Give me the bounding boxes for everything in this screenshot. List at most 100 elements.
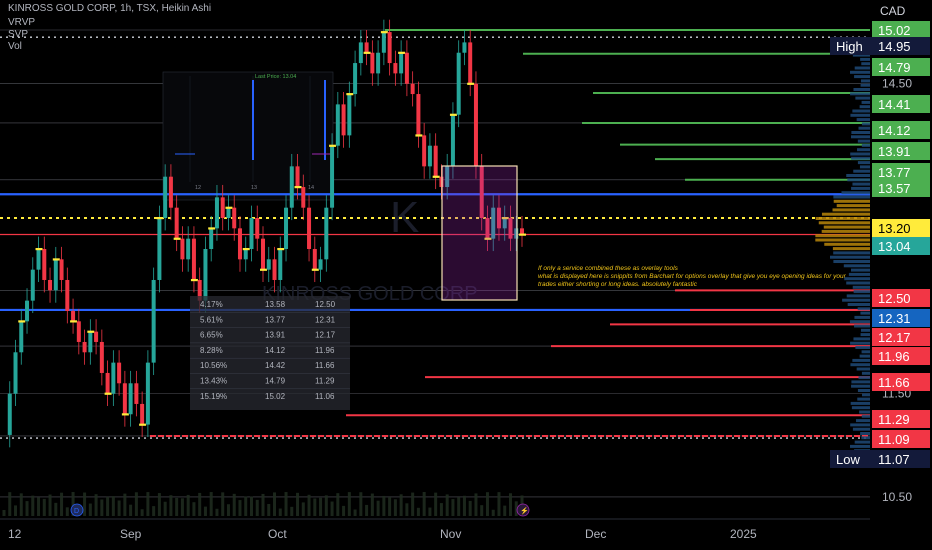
note-line-1: If only a service combined these as over… — [538, 265, 679, 272]
profile-bar — [850, 113, 870, 117]
candle-body-46 — [266, 259, 271, 270]
chart-stage[interactable]: K KINROSS GOLD CORP Last Price: 13.04 12… — [0, 0, 932, 550]
candle-body-52 — [301, 187, 306, 208]
price-label-3[interactable]: 14.41 — [878, 97, 911, 112]
volume-bar — [434, 492, 438, 516]
price-label-1[interactable]: 14.95 — [878, 39, 911, 54]
x-tick-1: Sep — [120, 527, 142, 541]
price-prefix-1: High — [836, 39, 863, 54]
profile-bar — [851, 384, 870, 388]
candle-marker-45 — [260, 268, 267, 271]
price-label-12[interactable]: 12.17 — [878, 330, 911, 345]
profile-bar — [841, 191, 870, 195]
profile-bar — [860, 83, 870, 87]
candle-marker-18 — [104, 392, 112, 395]
note-line-3: trades either shorting or long ideas. ab… — [538, 281, 698, 288]
volume-bar — [163, 501, 167, 516]
volume-bar — [19, 493, 23, 516]
price-label-9[interactable]: 13.04 — [878, 239, 911, 254]
price-label-4[interactable]: 14.12 — [878, 123, 911, 138]
price-label-17[interactable]: 11.07 — [878, 452, 910, 467]
volume-bar — [428, 507, 432, 516]
candle-body-82 — [473, 83, 478, 167]
candle-body-39 — [226, 207, 231, 219]
candle-body-59 — [341, 104, 346, 136]
volume-bar — [347, 492, 351, 516]
price-label-8[interactable]: 13.20 — [878, 221, 911, 236]
profile-bar — [856, 118, 870, 122]
profile-bar — [857, 397, 870, 401]
candle-marker-78 — [449, 113, 457, 116]
price-label-0[interactable]: 15.02 — [878, 23, 911, 38]
table-cell: 12.50 — [315, 300, 336, 309]
volume-bar — [88, 503, 92, 516]
candle-body-26 — [151, 279, 156, 363]
volume-bar — [60, 492, 64, 516]
volume-bar — [180, 498, 184, 516]
volume-bar — [497, 492, 501, 516]
symbol-title[interactable]: KINROSS GOLD CORP, 1h, TSX, Heikin Ashi — [8, 3, 211, 14]
candle-marker-72 — [415, 134, 423, 137]
candle-body-19 — [111, 362, 116, 394]
indicator-svp[interactable]: SVP — [8, 29, 28, 40]
price-label-6[interactable]: 13.77 — [878, 165, 911, 180]
profile-bar — [850, 268, 870, 272]
volume-bar — [209, 492, 213, 516]
volume-bar — [411, 492, 415, 516]
volume-bar — [273, 492, 277, 516]
price-label-10[interactable]: 12.50 — [878, 291, 911, 306]
volume-bar — [508, 493, 512, 516]
profile-bar — [850, 363, 870, 367]
axis-tick-1: 14.50 — [882, 77, 912, 91]
profile-bar — [861, 350, 870, 354]
candle-body-11 — [65, 279, 70, 311]
profile-bar — [818, 221, 870, 225]
profile-bar — [860, 79, 870, 83]
profile-bar — [829, 255, 870, 259]
price-label-7[interactable]: 13.57 — [878, 181, 911, 196]
highlight-box[interactable] — [441, 165, 518, 301]
candle-body-78 — [450, 114, 455, 167]
price-label-2[interactable]: 14.79 — [878, 60, 911, 75]
candle-body-56 — [324, 207, 329, 260]
candle-body-33 — [191, 238, 196, 280]
price-label-5[interactable]: 13.91 — [878, 144, 911, 159]
candle-body-51 — [295, 166, 300, 188]
inset-frame — [162, 71, 334, 201]
currency-label[interactable]: CAD — [880, 4, 905, 18]
profile-bar — [843, 264, 870, 268]
price-label-11[interactable]: 12.31 — [878, 311, 911, 326]
volume-bar — [336, 493, 340, 516]
profile-bar — [853, 337, 870, 341]
candle-marker-24 — [139, 423, 147, 426]
volume-bar — [284, 492, 288, 516]
candle-body-58 — [335, 104, 340, 146]
profile-bar — [851, 406, 870, 410]
candle-body-35 — [203, 248, 208, 301]
profile-bar — [860, 333, 870, 337]
volume-bar — [129, 504, 133, 516]
candle-body-22 — [128, 383, 133, 415]
candle-body-47 — [272, 259, 277, 280]
candle-marker-81 — [467, 82, 475, 85]
volume-bar — [192, 502, 196, 516]
volume-bar — [169, 495, 173, 516]
price-label-13[interactable]: 11.96 — [878, 349, 910, 364]
indicator-vrvp[interactable]: VRVP — [8, 17, 35, 28]
earnings-marker-glyph: ⚡ — [520, 506, 529, 515]
table-cell: 14.42 — [265, 361, 286, 370]
price-label-16[interactable]: 11.09 — [878, 432, 910, 447]
candle-body-48 — [278, 248, 283, 280]
candle-body-14 — [82, 341, 87, 353]
profile-bar — [848, 272, 870, 276]
profile-bar — [861, 371, 870, 375]
candle-body-63 — [364, 42, 369, 53]
price-label-14[interactable]: 11.66 — [878, 375, 910, 390]
price-label-15[interactable]: 11.29 — [878, 412, 910, 427]
candle-body-73 — [422, 135, 427, 167]
candle-body-9 — [53, 259, 58, 291]
candle-body-75 — [433, 145, 438, 177]
profile-bar — [854, 75, 870, 79]
chart-canvas[interactable]: K KINROSS GOLD CORP Last Price: 13.04 12… — [0, 0, 932, 550]
indicator-vol[interactable]: Vol — [8, 41, 22, 52]
